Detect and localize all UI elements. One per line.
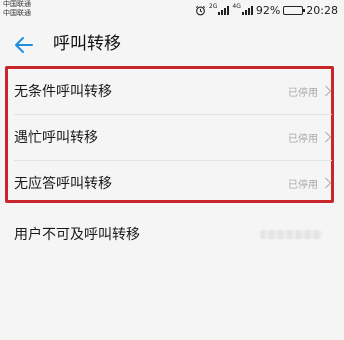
page-title: 呼叫转移 [53,34,121,54]
setting-status: 已停用 [288,87,318,99]
setting-row-busy[interactable]: 遇忙呼叫转移 已停用 [14,115,332,159]
chevron-right-icon [325,85,332,97]
setting-label: 无条件呼叫转移 [14,84,112,100]
setting-row-no-answer[interactable]: 无应答呼叫转移 已停用 [14,161,332,205]
signal-icon-2 [241,5,253,15]
chevron-right-icon [325,177,332,189]
carrier-labels: 中国联通 中国联通 [3,0,31,18]
setting-row-unconditional[interactable]: 无条件呼叫转移 已停用 [14,69,332,113]
network-type-2: 4G [232,3,241,10]
setting-row-unreachable[interactable]: 用户不可及呼叫转移 [14,212,332,256]
setting-label: 遇忙呼叫转移 [14,130,98,146]
alarm-icon [195,5,206,15]
network-type-1: 2G [208,3,218,10]
carrier-2-label: 中国联通 [3,9,31,17]
arrow-left-icon[interactable] [12,33,36,57]
setting-status: 已停用 [288,179,318,191]
status-icons: 2G 4G 92% 20:28 [195,3,338,17]
clock: 20:28 [306,3,338,17]
chevron-right-icon [325,131,332,143]
app-bar: 呼叫转移 [0,27,344,63]
battery-percent: 92% [255,3,281,17]
status-bar: 中国联通 中国联通 2G 4G 92% 20:28 [0,0,344,22]
setting-label: 无应答呼叫转移 [14,176,112,192]
signal-icon [218,5,230,15]
setting-label: 用户不可及呼叫转移 [14,227,140,243]
carrier-1-label: 中国联通 [3,0,31,8]
battery-icon [283,5,306,15]
setting-status: 已停用 [288,133,318,145]
blurred-status-value [260,229,322,239]
